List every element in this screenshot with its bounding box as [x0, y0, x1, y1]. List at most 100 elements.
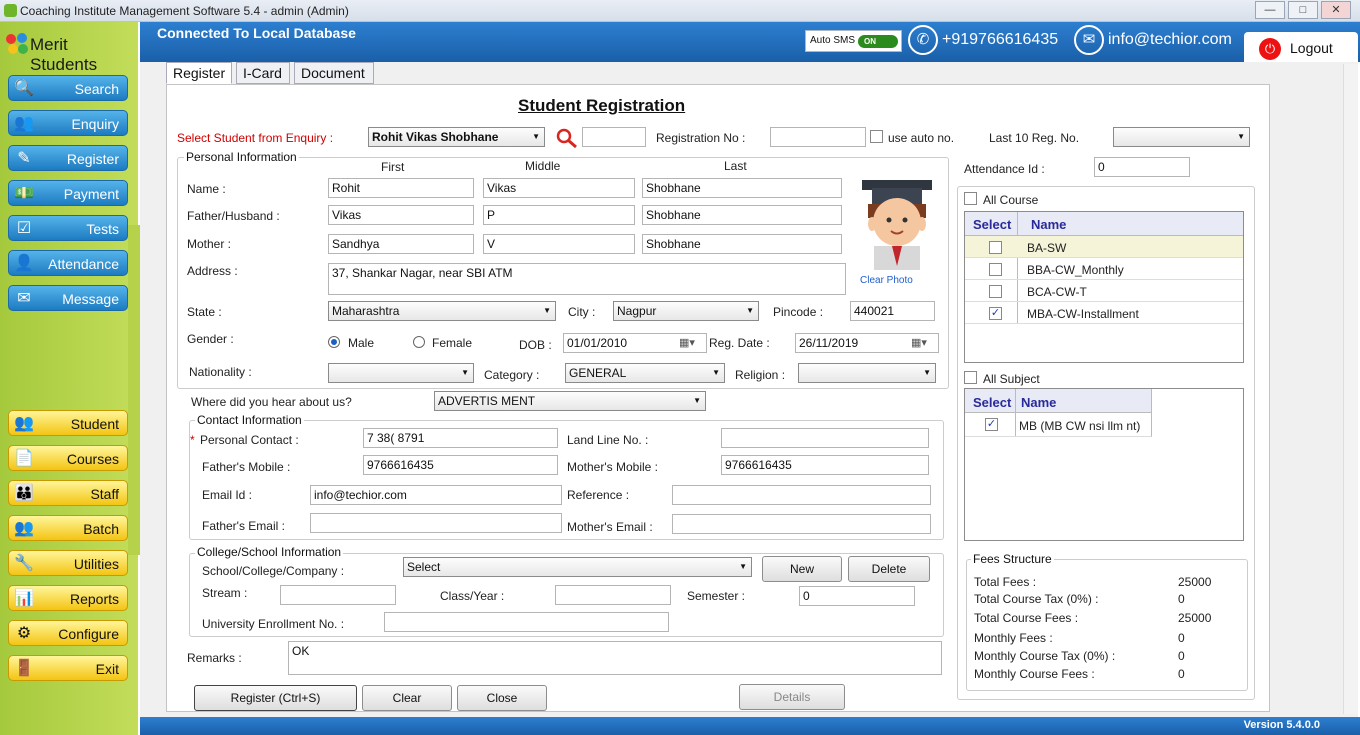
first-name-input[interactable]: Rohit	[328, 178, 474, 198]
contact-info-title: Contact Information	[195, 413, 304, 427]
mother-middle-input[interactable]: V	[483, 234, 635, 254]
nav-payment[interactable]: 💵 Payment	[8, 180, 128, 206]
class-input[interactable]	[555, 585, 671, 605]
nationality-select[interactable]	[328, 363, 474, 383]
mother-email-input[interactable]	[672, 514, 931, 534]
tab-document[interactable]: Document	[294, 62, 374, 84]
pincode-input[interactable]: 440021	[850, 301, 935, 321]
tab-register[interactable]: Register	[166, 62, 232, 84]
address-input[interactable]: 37, Shankar Nagar, near SBI ATM	[328, 263, 846, 295]
mother-first-input[interactable]: Sandhya	[328, 234, 474, 254]
new-school-button[interactable]: New	[762, 556, 842, 582]
close-button[interactable]: Close	[457, 685, 547, 711]
details-button[interactable]: Details	[739, 684, 845, 710]
window-titlebar: Coaching Institute Management Software 5…	[0, 0, 1360, 22]
reference-input[interactable]	[672, 485, 931, 505]
nav-student[interactable]: 👥 Student	[8, 410, 128, 436]
fee-value: 0	[1178, 592, 1185, 606]
nav-attendance[interactable]: 👤 Attendance	[8, 250, 128, 276]
female-radio[interactable]	[413, 336, 425, 348]
last10-select[interactable]	[1113, 127, 1250, 147]
clear-photo-link[interactable]: Clear Photo	[860, 275, 913, 286]
subject-checkbox-checked[interactable]: ✓	[985, 418, 998, 431]
col-first: First	[381, 160, 405, 174]
enquiry-select[interactable]: Rohit Vikas Shobhane	[368, 127, 545, 147]
father-middle-input[interactable]: P	[483, 205, 635, 225]
vertical-scrollbar[interactable]	[1343, 64, 1358, 714]
toolbox-icon: 🔧	[14, 555, 34, 572]
toggle-switch[interactable]: ON	[858, 35, 898, 48]
semester-input[interactable]: 0	[799, 586, 915, 606]
person-icon: 👤	[14, 255, 34, 272]
religion-select[interactable]	[798, 363, 936, 383]
father-first-input[interactable]: Vikas	[328, 205, 474, 225]
nav-configure[interactable]: ⚙ Configure	[8, 620, 128, 646]
nav-staff[interactable]: 👪 Staff	[8, 480, 128, 506]
table-row[interactable]	[965, 236, 1243, 258]
course-checkbox-checked[interactable]: ✓	[989, 307, 1002, 320]
nav-utilities[interactable]: 🔧 Utilities	[8, 550, 128, 576]
student-photo-avatar[interactable]	[856, 178, 938, 270]
all-course-checkbox[interactable]	[964, 192, 977, 205]
registration-no-input[interactable]	[770, 127, 866, 147]
phone-icon: ✆	[908, 25, 938, 55]
landline-input[interactable]	[721, 428, 929, 448]
mother-mobile-input[interactable]: 9766616435	[721, 455, 929, 475]
male-radio[interactable]	[328, 336, 340, 348]
middle-name-input[interactable]: Vikas	[483, 178, 635, 198]
father-last-input[interactable]: Shobhane	[642, 205, 842, 225]
city-select[interactable]: Nagpur	[613, 301, 759, 321]
nav-batch[interactable]: 👥 Batch	[8, 515, 128, 541]
tab-icard[interactable]: I-Card	[236, 62, 290, 84]
attendance-input[interactable]: 0	[1094, 157, 1190, 177]
delete-school-button[interactable]: Delete	[848, 556, 930, 582]
nav-message[interactable]: ✉ Message	[8, 285, 128, 311]
table-row[interactable]	[965, 280, 1243, 302]
last-name-input[interactable]: Shobhane	[642, 178, 842, 198]
maximize-icon[interactable]: □	[1288, 1, 1318, 19]
nav-register[interactable]: ✎ Register	[8, 145, 128, 171]
nav-label: Courses	[66, 451, 119, 467]
father-email-input[interactable]	[310, 513, 562, 533]
course-checkbox[interactable]	[989, 241, 1002, 254]
all-subject-label: All Subject	[983, 372, 1040, 386]
fee-label: Total Fees :	[974, 575, 1037, 589]
all-course-label: All Course	[983, 193, 1039, 207]
mother-last-input[interactable]: Shobhane	[642, 234, 842, 254]
course-checkbox[interactable]	[989, 263, 1002, 276]
nav-courses[interactable]: 📄 Courses	[8, 445, 128, 471]
personal-contact-input[interactable]: 7 38( 8791	[363, 428, 558, 448]
nav-exit[interactable]: 🚪 Exit	[8, 655, 128, 681]
state-select[interactable]: Maharashtra	[328, 301, 556, 321]
nav-label: Attendance	[48, 256, 119, 272]
dob-label: DOB :	[519, 338, 552, 352]
nav-tests[interactable]: ☑ Tests	[8, 215, 128, 241]
univ-enrollment-input[interactable]	[384, 612, 669, 632]
stream-input[interactable]	[280, 585, 396, 605]
search-icon[interactable]	[555, 127, 579, 149]
remarks-input[interactable]: OK	[288, 641, 942, 675]
group-icon: 👥	[14, 520, 34, 537]
calendar-icon[interactable]: ▦▾	[911, 336, 927, 349]
auto-sms-toggle[interactable]: Auto SMS ON	[805, 30, 902, 52]
all-subject-checkbox[interactable]	[964, 371, 977, 384]
nav-label: Utilities	[73, 556, 119, 572]
father-mobile-input[interactable]: 9766616435	[363, 455, 558, 475]
close-icon[interactable]: ✕	[1321, 1, 1351, 19]
category-select[interactable]: GENERAL	[565, 363, 725, 383]
course-checkbox[interactable]	[989, 285, 1002, 298]
connection-status: Connected To Local Database	[157, 25, 356, 41]
clear-button[interactable]: Clear	[362, 685, 452, 711]
logout-button[interactable]: ⏻ Logout	[1244, 32, 1358, 64]
nav-search[interactable]: 🔍 Search	[8, 75, 128, 101]
register-button[interactable]: Register (Ctrl+S)	[194, 685, 357, 711]
enquiry-search-input[interactable]	[582, 127, 646, 147]
use-auto-checkbox[interactable]	[870, 130, 883, 143]
hear-select[interactable]: ADVERTIS MENT	[434, 391, 706, 411]
email-input[interactable]: info@techior.com	[310, 485, 562, 505]
nav-enquiry[interactable]: 👥 Enquiry	[8, 110, 128, 136]
minimize-icon[interactable]: —	[1255, 1, 1285, 19]
calendar-icon[interactable]: ▦▾	[679, 336, 695, 349]
school-select[interactable]: Select	[403, 557, 752, 577]
nav-reports[interactable]: 📊 Reports	[8, 585, 128, 611]
